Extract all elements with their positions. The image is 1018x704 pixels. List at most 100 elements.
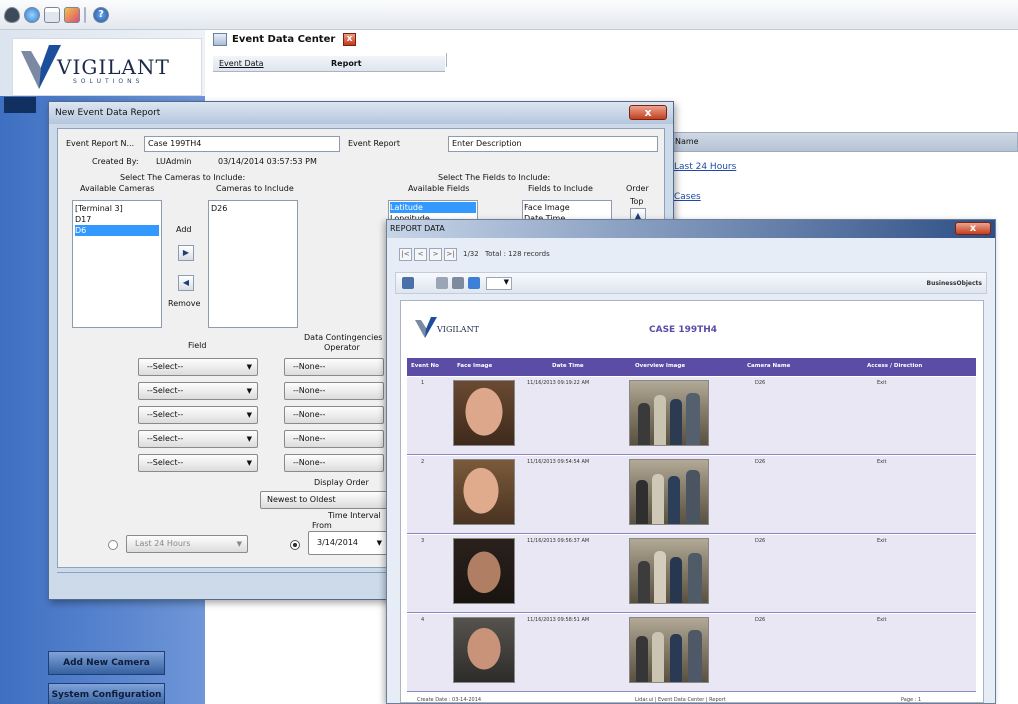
- report-link-cases[interactable]: Cases: [674, 192, 701, 202]
- event-report-name-input[interactable]: Case 199TH4: [144, 136, 340, 152]
- name-column-header: Name: [675, 137, 699, 146]
- overview-image: [629, 617, 709, 683]
- total-records: Total : 128 records: [485, 250, 550, 258]
- footer-source: Lidar.ui | Event Data Center | Report: [635, 697, 726, 703]
- list-item-selected[interactable]: D6: [75, 225, 159, 236]
- field-select[interactable]: --Select-- ▼: [138, 358, 258, 376]
- logo-subtext: SOLUTIONS: [73, 78, 144, 85]
- fields-header: Select The Fields to Include:: [438, 173, 551, 182]
- list-item[interactable]: D17: [75, 214, 159, 225]
- prev-page-button[interactable]: <: [414, 248, 427, 261]
- report-logo-mark-icon: [415, 317, 437, 338]
- field-select[interactable]: --Select-- ▼: [138, 454, 258, 472]
- nav-collapse-handle[interactable]: [4, 97, 36, 113]
- available-cameras-list[interactable]: [Terminal 3] D17 D6: [72, 200, 162, 328]
- cameras-to-include-list[interactable]: D26: [208, 200, 298, 328]
- remove-label: Remove: [168, 299, 201, 308]
- created-by-label: Created By:: [92, 157, 139, 166]
- last-24-hours-radio[interactable]: [108, 540, 118, 550]
- add-label: Add: [176, 225, 192, 234]
- display-order-select[interactable]: Newest to Oldest: [260, 491, 390, 509]
- operator-select[interactable]: --None--: [284, 358, 384, 376]
- report-pager: |< < > >| 1/32 Total : 128 records: [395, 246, 987, 264]
- report-table-header: Event No Face Image Date Time Overview I…: [407, 358, 976, 376]
- face-image: [453, 617, 515, 683]
- list-item[interactable]: D26: [211, 203, 295, 214]
- top-toolbar: ?: [0, 0, 1018, 30]
- report-link-last-24-hours[interactable]: Last 24 Hours: [674, 162, 736, 172]
- dialog-close-button[interactable]: x: [629, 105, 667, 120]
- event-number: 1: [421, 380, 425, 386]
- provider-label: BusinessObjects: [926, 280, 982, 287]
- logo-text: VIGILANT: [57, 55, 170, 79]
- overview-image: [629, 538, 709, 604]
- data-contingencies-label: Data Contingencies: [304, 333, 383, 342]
- list-item-selected[interactable]: Latitude: [390, 202, 476, 213]
- access-direction: Exit: [877, 617, 887, 623]
- operator-label: Operator: [324, 343, 360, 352]
- report-toolbar: ▼ BusinessObjects: [395, 272, 987, 294]
- operator-select[interactable]: --None--: [284, 454, 384, 472]
- table-row: 3 11/16/2013 09:56:37 AM D26 Exit: [407, 535, 976, 613]
- field-select[interactable]: --Select-- ▼: [138, 382, 258, 400]
- operator-select[interactable]: --None--: [284, 406, 384, 424]
- date-range-radio[interactable]: [290, 540, 300, 550]
- camera-name: D26: [755, 538, 766, 544]
- available-cameras-label: Available Cameras: [80, 184, 155, 193]
- field-select[interactable]: --Select-- ▼: [138, 406, 258, 424]
- export-icon[interactable]: [436, 277, 448, 289]
- table-row: 1 11/16/2013 09:19:22 AM D26 Exit: [407, 377, 976, 455]
- table-row: 4 11/16/2013 09:58:51 AM D26 Exit: [407, 614, 976, 692]
- column-header: Overview Image: [635, 363, 686, 369]
- first-page-button[interactable]: |<: [399, 248, 412, 261]
- help-icon[interactable]: ?: [93, 7, 109, 23]
- refresh-icon[interactable]: [402, 277, 414, 289]
- eye-icon[interactable]: [4, 7, 20, 23]
- field-label: Field: [188, 341, 207, 350]
- column-header: Date Time: [552, 363, 584, 369]
- next-page-button[interactable]: >: [429, 248, 442, 261]
- notes-icon[interactable]: [64, 7, 80, 23]
- description-input[interactable]: Enter Description: [448, 136, 658, 152]
- column-header: Face Image: [457, 363, 493, 369]
- toolbar-divider: [84, 7, 86, 23]
- system-configuration-button[interactable]: System Configuration: [48, 683, 165, 704]
- print-icon[interactable]: [452, 277, 464, 289]
- close-window-icon[interactable]: x: [343, 33, 356, 46]
- page-indicator: 1/32: [463, 250, 479, 258]
- field-select[interactable]: --Select-- ▼: [138, 430, 258, 448]
- date-time: 11/16/2013 09:54:54 AM: [527, 459, 590, 465]
- calendar-icon[interactable]: [44, 7, 60, 23]
- column-header: Camera Name: [747, 363, 791, 369]
- operator-select[interactable]: --None--: [284, 382, 384, 400]
- vigilant-logo: VIGILANT SOLUTIONS: [12, 38, 202, 96]
- list-item[interactable]: Face Image: [524, 202, 610, 213]
- view-icon[interactable]: [468, 277, 480, 289]
- globe-icon[interactable]: [24, 7, 40, 23]
- list-item[interactable]: [Terminal 3]: [75, 203, 159, 214]
- add-new-camera-button[interactable]: Add New Camera: [48, 651, 165, 675]
- order-label: Order: [626, 184, 649, 193]
- last-page-button[interactable]: >|: [444, 248, 457, 261]
- footer-create-date: Create Date : 03-14-2014: [417, 697, 482, 703]
- event-report-name-label: Event Report N...: [66, 139, 135, 148]
- last-24-hours-select[interactable]: Last 24 Hours ▼: [126, 535, 248, 553]
- from-date-picker[interactable]: 3/14/2014 ▼: [308, 531, 388, 555]
- display-order-label: Display Order: [314, 478, 369, 487]
- access-direction: Exit: [877, 380, 887, 386]
- tab-event-data[interactable]: Event Data: [219, 59, 264, 68]
- tab-report[interactable]: Report: [331, 59, 362, 68]
- zoom-dropdown[interactable]: ▼: [486, 277, 512, 290]
- remove-camera-button[interactable]: ◀: [178, 275, 194, 291]
- table-row: 2 11/16/2013 09:54:54 AM D26 Exit: [407, 456, 976, 534]
- operator-select[interactable]: --None--: [284, 430, 384, 448]
- fields-to-include-label: Fields to Include: [528, 184, 593, 193]
- order-top-label: Top: [630, 197, 644, 206]
- report-window-title: REPORT DATA: [387, 220, 995, 238]
- created-date: 03/14/2014 03:57:53 PM: [218, 157, 317, 166]
- date-time: 11/16/2013 09:58:51 AM: [527, 617, 590, 623]
- column-header: Event No: [411, 363, 439, 369]
- event-data-center-icon: [213, 33, 227, 46]
- add-camera-button[interactable]: ▶: [178, 245, 194, 261]
- report-close-button[interactable]: x: [955, 222, 991, 235]
